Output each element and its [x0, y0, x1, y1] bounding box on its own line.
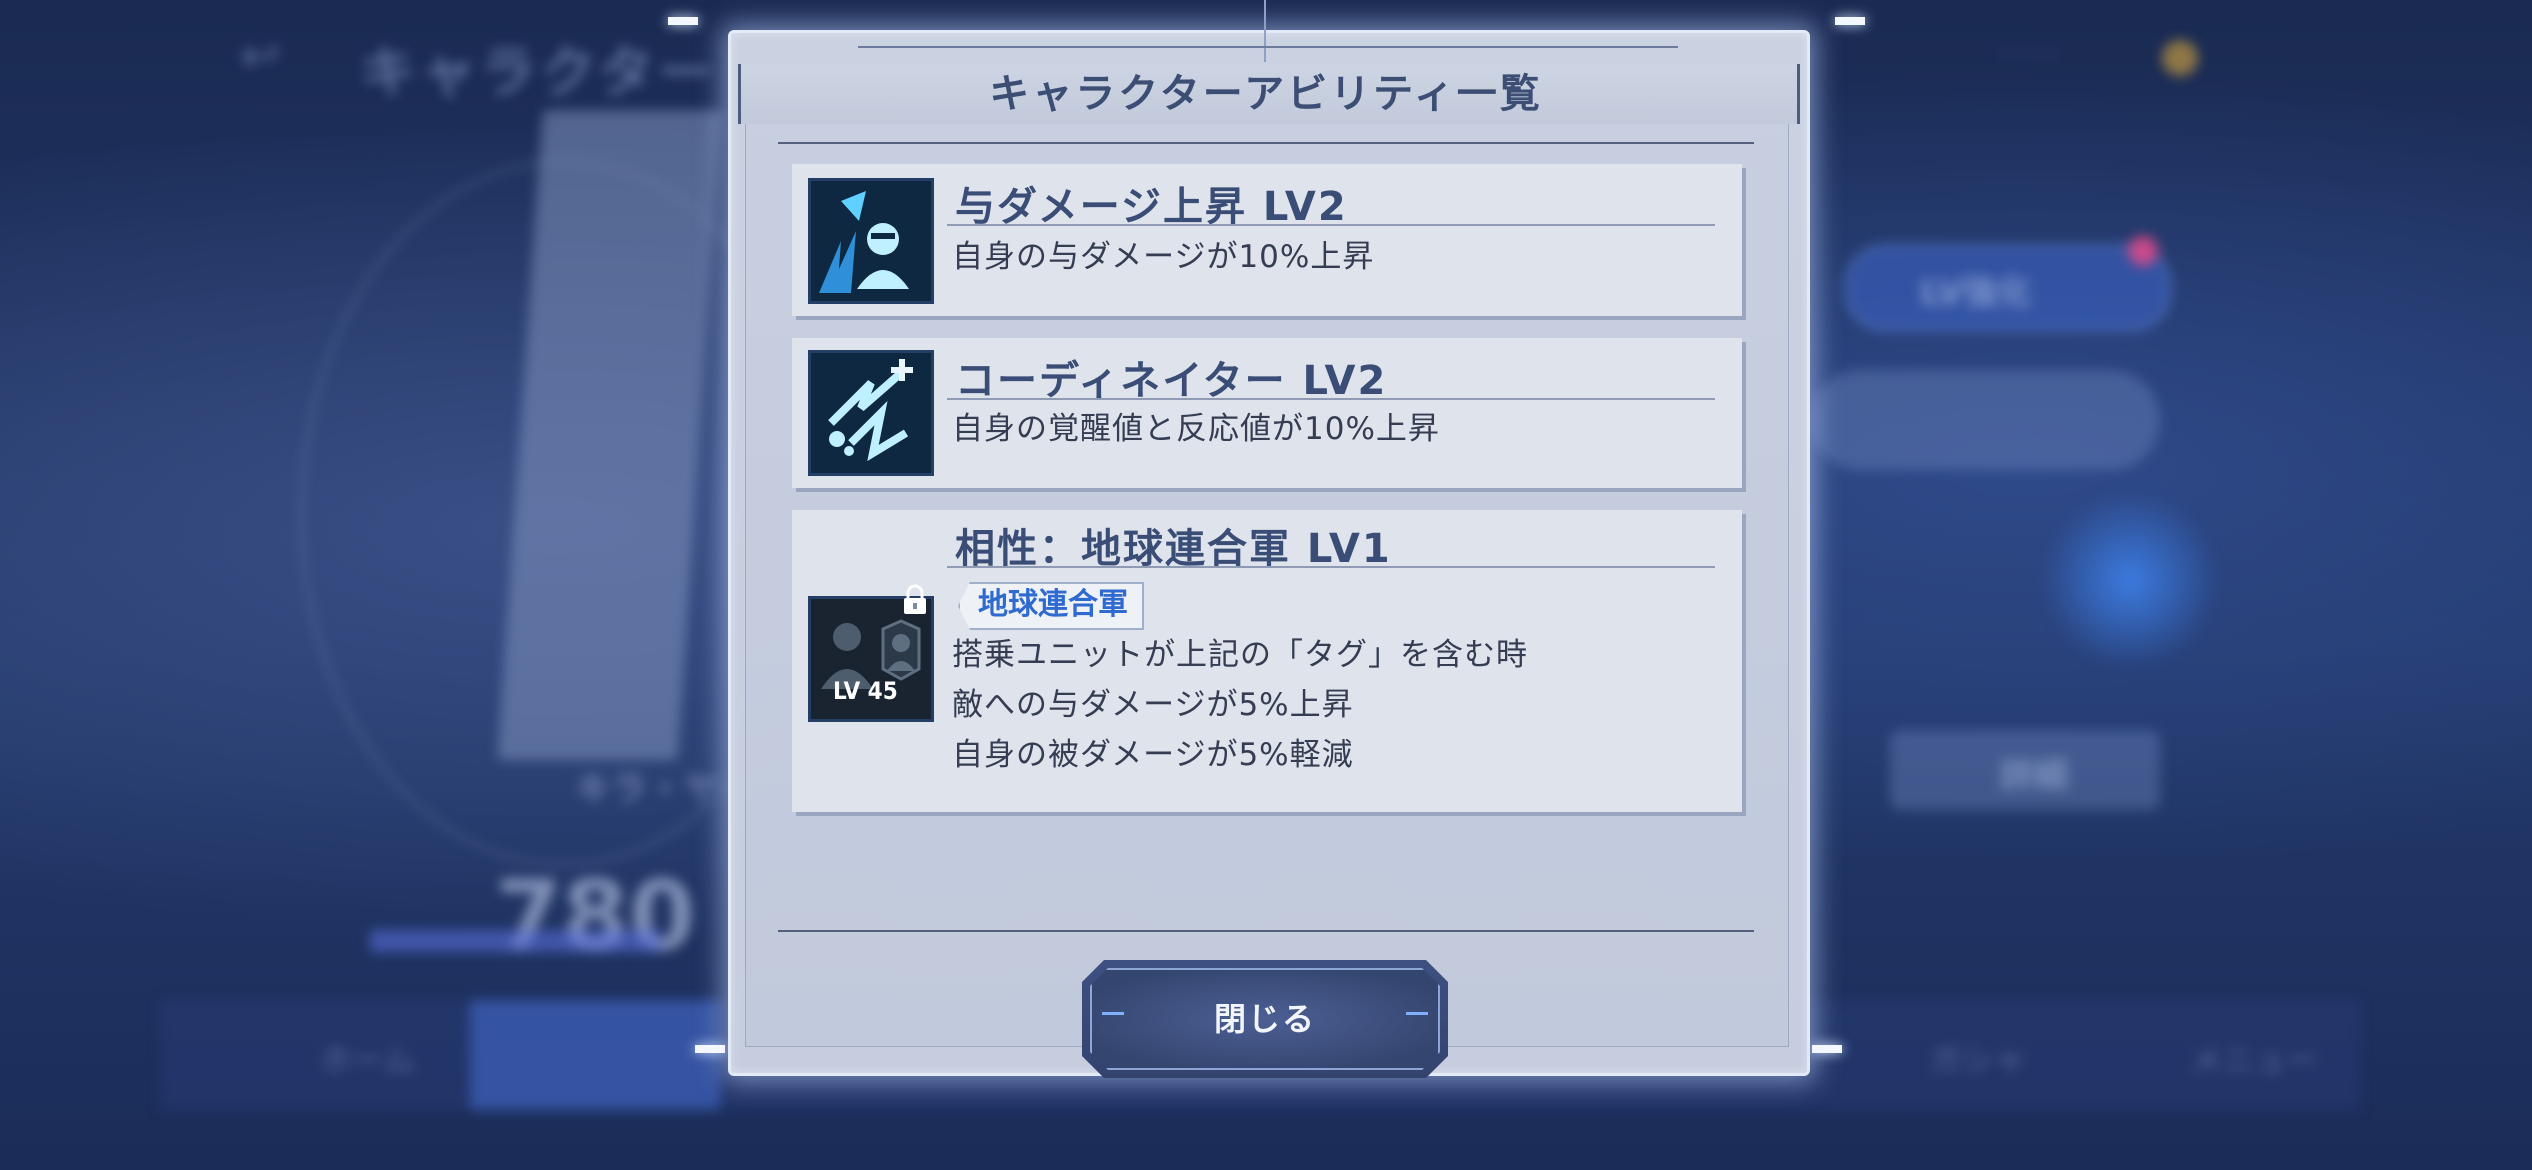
ability-name-rule [947, 398, 1715, 400]
close-button-label: 閉じる [1213, 1000, 1316, 1038]
ability-card-locked: LV 45 相性：地球連合軍 LV1 地球連合軍 搭乗ユニットが上記の「タグ」を… [792, 510, 1742, 812]
ability-description: 自身の与ダメージが10%上昇 [952, 239, 1375, 275]
frame-top-tick [1264, 0, 1266, 62]
damage-up-icon [808, 178, 934, 304]
dialog-title: キャラクターアビリティ一覧 [989, 71, 1543, 117]
background-character-name: キラ・ヤ [575, 769, 720, 810]
background-score: 780 [495, 860, 696, 972]
tag-badge: 地球連合軍 [958, 582, 1144, 630]
background-nav-home: ホーム [320, 1041, 416, 1079]
background-detail-label: 詳細 [2000, 756, 2068, 796]
frame-corner-light [1835, 17, 1865, 25]
title-divider [778, 142, 1754, 144]
ability-name-rule [947, 566, 1715, 568]
close-button[interactable]: 閉じる [1082, 960, 1448, 1078]
bottom-divider [778, 930, 1754, 932]
background-coin-icon [2162, 40, 2198, 76]
frame-corner-light [695, 1045, 725, 1053]
ability-description-line: 搭乗ユニットが上記の「タグ」を含む時 [952, 637, 1528, 673]
unlock-level-label: LV 45 [833, 677, 898, 705]
title-top-line [858, 46, 1678, 48]
background-lv-button-label: LV強化 [1920, 273, 2032, 313]
background-currency: ···· [2000, 38, 2063, 73]
background-detail-button: 詳細 [1890, 730, 2160, 810]
background-search-button [1810, 370, 2160, 470]
ability-card: コーディネイター LV2 自身の覚醒値と反応値が10%上昇 [792, 338, 1742, 488]
background-nav-active [470, 1000, 720, 1110]
background-screen-title: キャラクター [360, 41, 718, 106]
background-nav-gacha: ガシャ [1930, 1041, 2027, 1079]
frame-corner-light [1812, 1045, 1842, 1053]
background-glow-orb [2040, 490, 2220, 670]
background-notification-dot [2128, 236, 2158, 266]
background-progress-bar [370, 930, 660, 952]
lock-icon [904, 584, 926, 614]
coordinator-icon [808, 350, 934, 476]
ability-description-line: 自身の被ダメージが5%軽減 [952, 737, 1354, 773]
ability-description: 自身の覚醒値と反応値が10%上昇 [952, 411, 1440, 447]
ability-description-line: 敵への与ダメージが5%上昇 [952, 687, 1354, 723]
background-back-arrow-icon: ↩ [240, 28, 281, 84]
ability-name-rule [947, 224, 1715, 226]
frame-corner-light [668, 17, 698, 25]
ability-card: 与ダメージ上昇 LV2 自身の与ダメージが10%上昇 [792, 164, 1742, 316]
background-nav-menu: メニュー [2190, 1041, 2319, 1079]
